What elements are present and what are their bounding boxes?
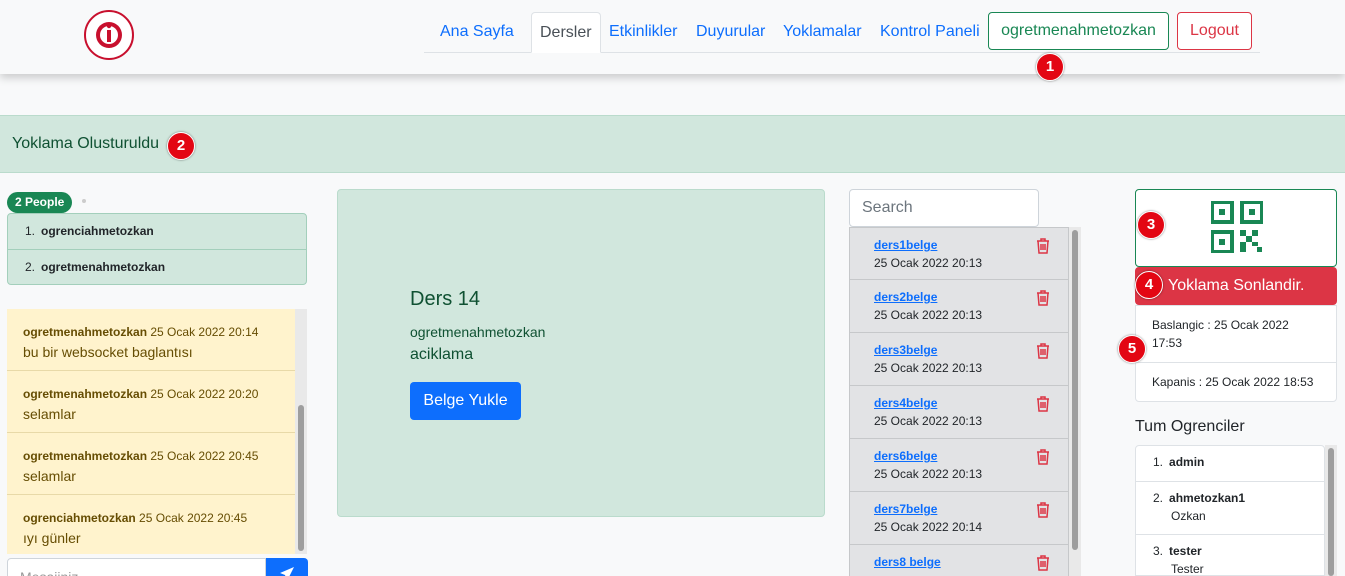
trash-icon[interactable]: [1036, 238, 1050, 254]
list-item: ders7belge 25 Ocak 2022 20:14: [849, 492, 1069, 545]
success-alert: Yoklama Olusturuldu: [0, 115, 1345, 173]
message-text: bu bir websocket baglantısı: [23, 344, 193, 360]
attendance-time-list: Baslangic : 25 Ocak 2022 17:53 Kapanis :…: [1135, 305, 1337, 402]
item-number: 1.: [1153, 455, 1164, 469]
person-name: ogretmenahmetozkan: [41, 260, 166, 274]
course-teacher: ogretmenahmetozkan: [410, 324, 546, 340]
item-number: 2.: [1153, 491, 1164, 505]
nav-link-yoklamalar[interactable]: Yoklamalar: [775, 12, 870, 52]
chat-message: ogrenciahmetozkan 25 Ocak 2022 20:45 ıyı…: [7, 495, 307, 554]
chat-scrollbar[interactable]: [295, 309, 307, 554]
university-logo[interactable]: [83, 10, 135, 60]
list-item: ders6belge 25 Ocak 2022 20:13: [849, 439, 1069, 492]
chat-message: ogretmenahmetozkan 25 Ocak 2022 20:20 se…: [7, 371, 307, 433]
people-count-badge: 2 People: [7, 192, 73, 213]
chat-message: ogretmenahmetozkan 25 Ocak 2022 20:14 bu…: [7, 309, 307, 371]
list-item: 1. admin: [1136, 446, 1324, 482]
message-time: 25 Ocak 2022 20:45: [139, 511, 248, 525]
nav-link-kontrol-paneli[interactable]: Kontrol Paneli: [872, 12, 988, 52]
trash-icon[interactable]: [1036, 555, 1050, 571]
message-author: ogretmenahmetozkan: [23, 387, 148, 401]
student-username: admin: [1169, 455, 1205, 469]
alert-text: Yoklama Olusturuldu: [12, 135, 160, 152]
message-author: ogretmenahmetozkan: [23, 449, 148, 463]
trash-icon[interactable]: [1036, 502, 1050, 518]
list-item: 2. ahmetozkan1 Ozkan: [1136, 482, 1324, 535]
qr-code-button[interactable]: [1135, 189, 1337, 267]
list-item: ders4belge 25 Ocak 2022 20:13: [849, 386, 1069, 439]
message-time: 25 Ocak 2022 20:14: [150, 325, 259, 339]
upload-document-button[interactable]: Belge Yukle: [410, 382, 521, 420]
document-date: 25 Ocak 2022 20:13: [874, 256, 983, 270]
scrollbar-thumb[interactable]: [1328, 448, 1334, 576]
qr-code-icon: [1211, 201, 1263, 253]
navbar: Ana Sayfa Dersler Etkinlikler Duyurular …: [0, 0, 1345, 74]
send-icon: [280, 567, 294, 576]
nav-link-ana-sayfa[interactable]: Ana Sayfa: [432, 12, 522, 52]
course-card: Ders 14 ogretmenahmetozkan aciklama Belg…: [337, 189, 825, 517]
annotation-marker-5: 5: [1118, 335, 1146, 363]
scrollbar-thumb[interactable]: [298, 405, 304, 551]
search-input[interactable]: Search: [849, 189, 1039, 227]
user-button[interactable]: ogretmenahmetozkan: [988, 12, 1169, 50]
document-date: 25 Ocak 2022 20:13: [874, 361, 983, 375]
list-item: 1. ogrenciahmetozkan: [8, 214, 306, 249]
message-text: selamlar: [23, 468, 76, 484]
message-text: selamlar: [23, 406, 76, 422]
list-item: ders1belge 25 Ocak 2022 20:13: [849, 227, 1069, 280]
list-item: 3. tester Tester: [1136, 535, 1324, 576]
person-name: ogrenciahmetozkan: [41, 224, 154, 238]
list-item: 2. ogretmenahmetozkan: [8, 249, 306, 284]
nav-link-etkinlikler[interactable]: Etkinlikler: [601, 12, 685, 52]
online-dot: [82, 199, 86, 203]
end-attendance-button[interactable]: Yoklama Sonlandir.: [1135, 267, 1337, 305]
course-title: Ders 14: [410, 288, 481, 310]
message-author: ogrenciahmetozkan: [23, 511, 136, 525]
nav-link-duyurular[interactable]: Duyurular: [688, 12, 773, 52]
list-item: ders8 belge: [849, 545, 1069, 576]
trash-icon[interactable]: [1036, 396, 1050, 412]
chat-message: ogretmenahmetozkan 25 Ocak 2022 20:45 se…: [7, 433, 307, 495]
item-number: 2.: [25, 260, 36, 274]
nav-link-dersler[interactable]: Dersler: [531, 12, 601, 53]
annotation-marker-3: 3: [1137, 211, 1165, 239]
attendance-start-time: Baslangic : 25 Ocak 2022 17:53: [1152, 318, 1289, 350]
trash-icon[interactable]: [1036, 290, 1050, 306]
annotation-marker-1: 1: [1036, 53, 1064, 81]
document-list[interactable]: ders1belge 25 Ocak 2022 20:13 ders2belge 2…: [849, 227, 1069, 576]
message-time: 25 Ocak 2022 20:45: [150, 449, 259, 463]
item-number: 1.: [25, 224, 36, 238]
chat-messages[interactable]: ogretmenahmetozkan 25 Ocak 2022 20:14 bu…: [7, 309, 307, 554]
annotation-marker-2: 2: [167, 132, 195, 160]
students-heading: Tum Ogrenciler: [1135, 418, 1245, 435]
annotation-marker-4: 4: [1135, 271, 1163, 299]
student-username: tester: [1169, 544, 1202, 558]
document-date: 25 Ocak 2022 20:13: [874, 414, 983, 428]
online-people-list: 1. ogrenciahmetozkan 2. ogretmenahmetozkan: [7, 213, 307, 285]
students-list[interactable]: 1. admin 2. ahmetozkan1 Ozkan 3. tester Teste…: [1135, 445, 1325, 576]
message-input[interactable]: Mesajiniz: [7, 558, 266, 576]
student-name: Tester: [1171, 562, 1204, 576]
documents-scrollbar[interactable]: [1069, 227, 1081, 576]
trash-icon[interactable]: [1036, 449, 1050, 465]
trash-icon[interactable]: [1036, 343, 1050, 359]
message-time: 25 Ocak 2022 20:20: [150, 387, 259, 401]
attendance-end-time: Kapanis : 25 Ocak 2022 18:53: [1136, 362, 1336, 401]
logout-button[interactable]: Logout: [1177, 12, 1252, 50]
document-date: 25 Ocak 2022 20:14: [874, 520, 983, 534]
student-username: ahmetozkan1: [1169, 491, 1246, 505]
item-number: 3.: [1153, 544, 1164, 558]
message-author: ogretmenahmetozkan: [23, 325, 148, 339]
students-scrollbar[interactable]: [1325, 445, 1337, 576]
document-date: 25 Ocak 2022 20:13: [874, 467, 983, 481]
send-button[interactable]: [266, 558, 308, 576]
document-date: 25 Ocak 2022 20:13: [874, 308, 983, 322]
list-item: ders3belge 25 Ocak 2022 20:13: [849, 333, 1069, 386]
list-item: ders2belge 25 Ocak 2022 20:13: [849, 280, 1069, 333]
message-text: ıyı günler: [23, 530, 81, 546]
scrollbar-thumb[interactable]: [1072, 230, 1078, 550]
student-name: Ozkan: [1171, 509, 1206, 523]
course-description: aciklama: [410, 346, 474, 363]
